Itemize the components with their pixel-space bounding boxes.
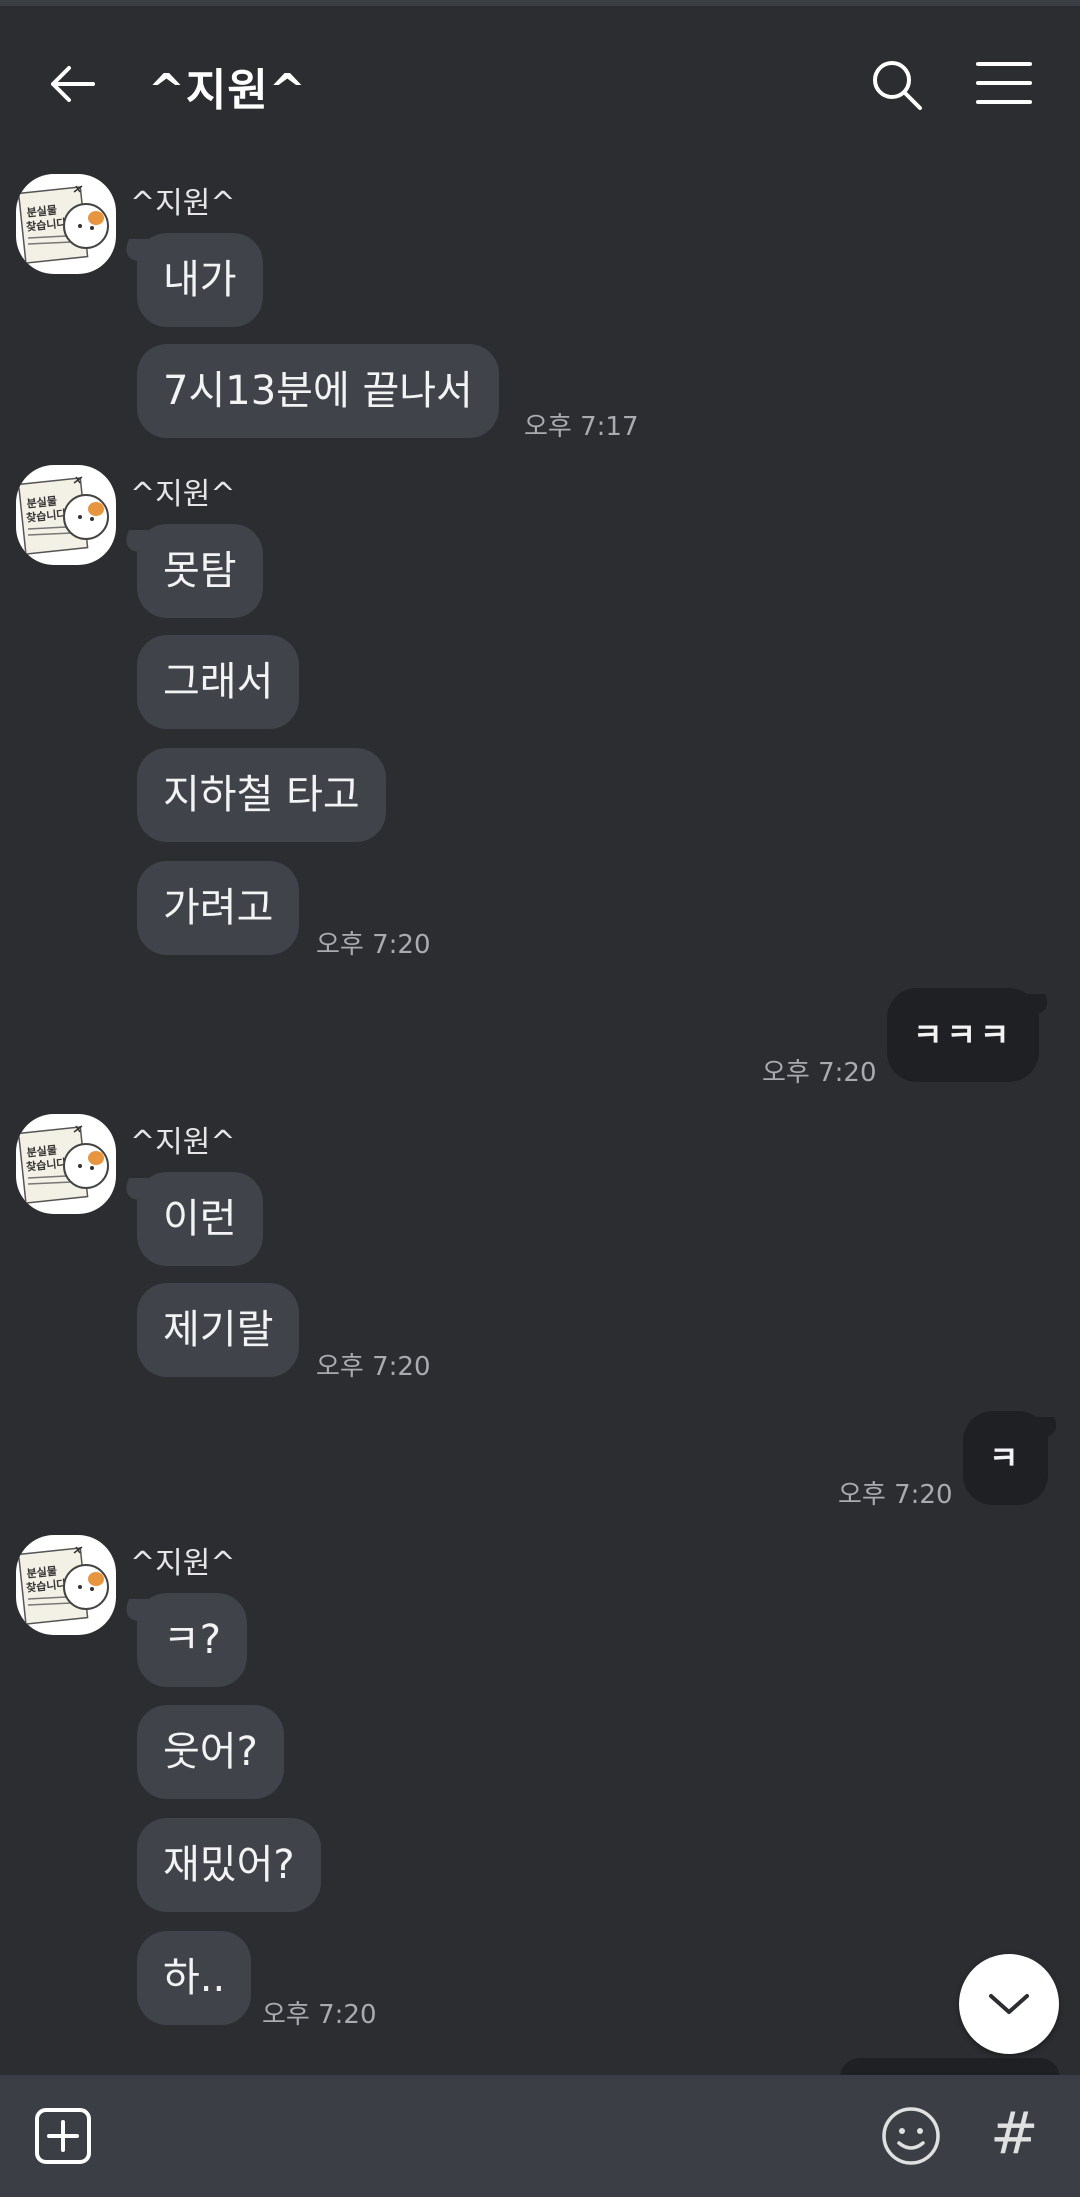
message-bubble[interactable]: 지하철 타고 bbox=[137, 748, 386, 842]
avatar-cat-image: 분실물 찾습니다 bbox=[17, 1546, 109, 1625]
sender-name: ^지원^ bbox=[130, 186, 236, 221]
message-bubble[interactable]: 제기랄 bbox=[137, 1283, 300, 1377]
search-button[interactable] bbox=[868, 56, 928, 116]
message-bubble[interactable]: 그래서 bbox=[137, 635, 300, 729]
hamburger-menu-icon bbox=[976, 62, 1032, 104]
message-time: 오후 7:20 bbox=[262, 2000, 377, 2030]
message-bubble[interactable]: 웃어? bbox=[137, 1705, 284, 1799]
message-bubble[interactable]: 내가 bbox=[137, 233, 263, 327]
message-bubble[interactable]: 못탐 bbox=[137, 524, 263, 618]
back-button[interactable] bbox=[44, 56, 100, 112]
search-icon bbox=[873, 61, 922, 110]
avatar[interactable]: 분실물 찾습니다 bbox=[16, 465, 116, 565]
emoticon-button[interactable] bbox=[880, 2105, 942, 2167]
chevron-down-icon bbox=[989, 1994, 1029, 2014]
scroll-to-bottom-button[interactable] bbox=[959, 1954, 1059, 2054]
message-input-bar: # bbox=[0, 2075, 1080, 2197]
chat-header: ^지원^ bbox=[0, 6, 1080, 156]
my-message-bubble[interactable]: ㅋㅋㅋ bbox=[887, 988, 1040, 1082]
avatar-cat-image: 분실물 찾습니다 bbox=[17, 476, 109, 555]
sender-name: ^지원^ bbox=[130, 1125, 236, 1160]
message-bubble[interactable]: ㅋ? bbox=[137, 1593, 248, 1687]
avatar[interactable]: 분실물 찾습니다 bbox=[16, 174, 116, 274]
menu-button[interactable] bbox=[974, 58, 1034, 108]
plus-box-icon bbox=[35, 2108, 91, 2164]
my-message-bubble[interactable]: ㅋ bbox=[963, 1411, 1049, 1505]
avatar[interactable]: 분실물 찾습니다 bbox=[16, 1114, 116, 1214]
message-bubble[interactable]: 7시13분에 끝나서 bbox=[137, 344, 499, 438]
message-time: 오후 7:20 bbox=[838, 1480, 953, 1510]
avatar-cat-image: 분실물 찾습니다 bbox=[17, 1125, 109, 1204]
message-time: 오후 7:20 bbox=[316, 930, 431, 960]
message-time: 오후 7:20 bbox=[316, 1352, 431, 1382]
message-bubble[interactable]: 하.. bbox=[137, 1931, 252, 2025]
message-bubble[interactable]: 이런 bbox=[137, 1172, 263, 1266]
avatar[interactable]: 분실물 찾습니다 bbox=[16, 1535, 116, 1635]
arrow-left-icon bbox=[51, 66, 95, 102]
chat-title: ^지원^ bbox=[148, 65, 307, 116]
message-time: 오후 7:17 bbox=[524, 412, 639, 442]
message-time: 오후 7:20 bbox=[762, 1058, 877, 1088]
sender-name: ^지원^ bbox=[130, 1546, 236, 1581]
hashtag-search-button[interactable]: # bbox=[990, 2099, 1039, 2167]
message-bubble[interactable]: 재밌어? bbox=[137, 1818, 321, 1912]
sender-name: ^지원^ bbox=[130, 477, 236, 512]
avatar-cat-image: 분실물 찾습니다 bbox=[17, 185, 109, 264]
smiley-icon bbox=[882, 2107, 940, 2165]
message-bubble[interactable]: 가려고 bbox=[137, 861, 300, 955]
add-attachment-button[interactable] bbox=[34, 2107, 92, 2165]
